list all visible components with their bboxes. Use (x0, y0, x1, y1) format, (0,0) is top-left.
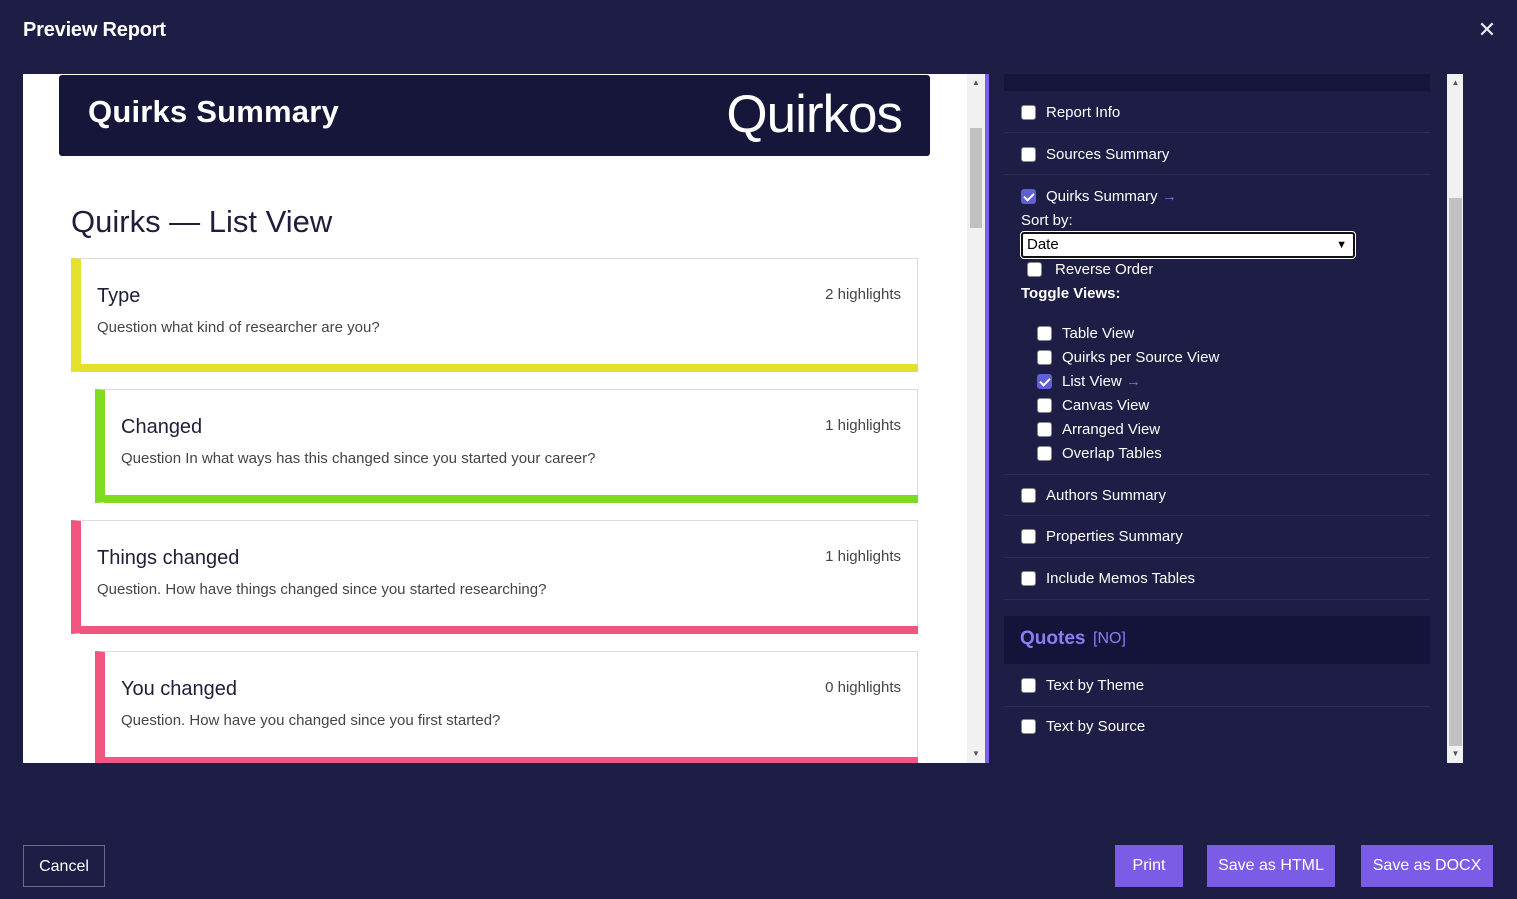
sources-summary-checkbox[interactable] (1021, 147, 1036, 162)
scroll-down-icon[interactable]: ▼ (967, 747, 985, 761)
text-by-source-checkbox[interactable] (1021, 719, 1036, 734)
save-as-docx-button[interactable]: Save as DOCX (1361, 845, 1493, 887)
quirk-card: You changed 0 highlights Question. How h… (95, 651, 918, 763)
scroll-down-icon[interactable]: ▼ (1447, 747, 1463, 761)
save-as-html-button[interactable]: Save as HTML (1207, 845, 1335, 887)
print-button[interactable]: Print (1115, 845, 1183, 887)
quotes-status-tag: [NO] (1093, 630, 1126, 647)
quirks-summary-arrow-link[interactable]: → (1162, 188, 1177, 205)
sort-by-select[interactable]: Date ▼ (1020, 231, 1356, 259)
quirk-card: Changed 1 highlights Question In what wa… (95, 389, 918, 503)
option-label: Properties Summary (1046, 528, 1183, 545)
option-label: Report Info (1046, 104, 1121, 121)
text-by-theme-checkbox[interactable] (1021, 678, 1036, 693)
sort-by-label: Sort by: (1021, 212, 1073, 229)
quirk-color-bar (80, 364, 918, 372)
arranged-view-checkbox[interactable] (1037, 422, 1052, 437)
quirk-title: Type (97, 285, 141, 307)
option-include-memos-tables[interactable]: Include Memos Tables (1004, 558, 1430, 600)
option-report-info[interactable]: Report Info (1004, 91, 1430, 133)
include-memos-tables-checkbox[interactable] (1021, 571, 1036, 586)
authors-summary-checkbox[interactable] (1021, 488, 1036, 503)
list-view-arrow-link[interactable]: → (1126, 373, 1141, 390)
reverse-order-checkbox[interactable] (1027, 262, 1042, 277)
scrollbar-thumb[interactable] (1449, 198, 1462, 746)
list-view-checkbox[interactable] (1037, 374, 1052, 389)
quirks-per-source-view-checkbox[interactable] (1037, 350, 1052, 365)
option-label: Authors Summary (1046, 487, 1167, 504)
sort-by-value: Date (1027, 236, 1059, 253)
quotes-title: Quotes (1020, 628, 1086, 649)
quirk-color-bar (80, 626, 918, 634)
quirk-highlight-count: 1 highlights (825, 548, 901, 565)
option-label: Include Memos Tables (1046, 570, 1195, 587)
properties-summary-checkbox[interactable] (1021, 529, 1036, 544)
list-view-label: List View → (1062, 373, 1141, 390)
quirk-color-bar (104, 757, 918, 763)
scroll-up-icon[interactable]: ▲ (1447, 76, 1463, 90)
quirk-card: Type 2 highlights Question what kind of … (71, 258, 918, 372)
dialog-title: Preview Report (23, 19, 166, 41)
quirkos-logo: Quirkos (726, 85, 903, 144)
table-view-checkbox[interactable] (1037, 326, 1052, 341)
option-label: Sources Summary (1046, 146, 1170, 163)
table-view-label: Table View (1062, 325, 1135, 342)
reverse-order-label: Reverse Order (1055, 261, 1154, 278)
chevron-down-icon: ▼ (1336, 239, 1347, 251)
quotes-section-header: Quotes [NO] (1004, 616, 1430, 664)
overlap-tables-checkbox[interactable] (1037, 446, 1052, 461)
canvas-view-label: Canvas View (1062, 397, 1150, 414)
list-view-heading: Quirks — List View (71, 204, 333, 239)
overlap-tables-label: Overlap Tables (1062, 445, 1162, 462)
quirk-color-bar (104, 495, 918, 503)
option-text-by-theme[interactable]: Text by Theme (1004, 665, 1430, 707)
quirk-question: Question. How have you changed since you… (121, 712, 501, 729)
scroll-up-icon[interactable]: ▲ (967, 76, 985, 90)
options-scrollbar[interactable]: ▲ ▼ (1447, 74, 1463, 763)
quirk-question: Question. How have things changed since … (97, 581, 547, 598)
quirk-title: Changed (121, 416, 203, 438)
quirks-per-source-view-label: Quirks per Source View (1062, 349, 1220, 366)
report-options-pane[interactable]: Report Info Sources Summary Quirks Summa… (985, 74, 1463, 763)
quirk-title: You changed (121, 678, 238, 700)
quirks-summary-label: Quirks Summary → (1046, 188, 1177, 205)
report-info-checkbox[interactable] (1021, 105, 1036, 120)
quirk-title: Things changed (97, 547, 240, 569)
quirk-highlight-count: 0 highlights (825, 679, 901, 696)
quirk-highlight-count: 2 highlights (825, 286, 901, 303)
section-header-partial (1004, 74, 1430, 91)
option-properties-summary[interactable]: Properties Summary (1004, 516, 1430, 558)
canvas-view-checkbox[interactable] (1037, 398, 1052, 413)
arranged-view-label: Arranged View (1062, 421, 1161, 438)
quirk-question: Question what kind of researcher are you… (97, 319, 380, 336)
option-label: Text by Theme (1046, 677, 1145, 694)
scrollbar-thumb[interactable] (970, 128, 982, 228)
quirk-question: Question In what ways has this changed s… (121, 450, 596, 467)
quirk-card: Things changed 1 highlights Question. Ho… (71, 520, 918, 634)
close-icon[interactable]: ✕ (1476, 18, 1498, 42)
toggle-views-heading: Toggle Views: (1021, 285, 1121, 302)
report-header-title: Quirks Summary (88, 94, 339, 129)
report-preview-pane[interactable]: Quirks Summary Quirkos Quirks — List Vie… (23, 74, 985, 763)
cancel-button[interactable]: Cancel (23, 845, 105, 887)
preview-scrollbar[interactable]: ▲ ▼ (967, 74, 985, 763)
option-sources-summary[interactable]: Sources Summary (1004, 133, 1430, 175)
option-text-by-source[interactable]: Text by Source (1004, 706, 1430, 748)
report-header: Quirks Summary Quirkos (59, 75, 930, 156)
quirk-highlight-count: 1 highlights (825, 417, 901, 434)
option-label: Text by Source (1046, 718, 1146, 735)
option-authors-summary[interactable]: Authors Summary (1004, 474, 1430, 516)
quirks-summary-checkbox[interactable] (1021, 189, 1036, 204)
